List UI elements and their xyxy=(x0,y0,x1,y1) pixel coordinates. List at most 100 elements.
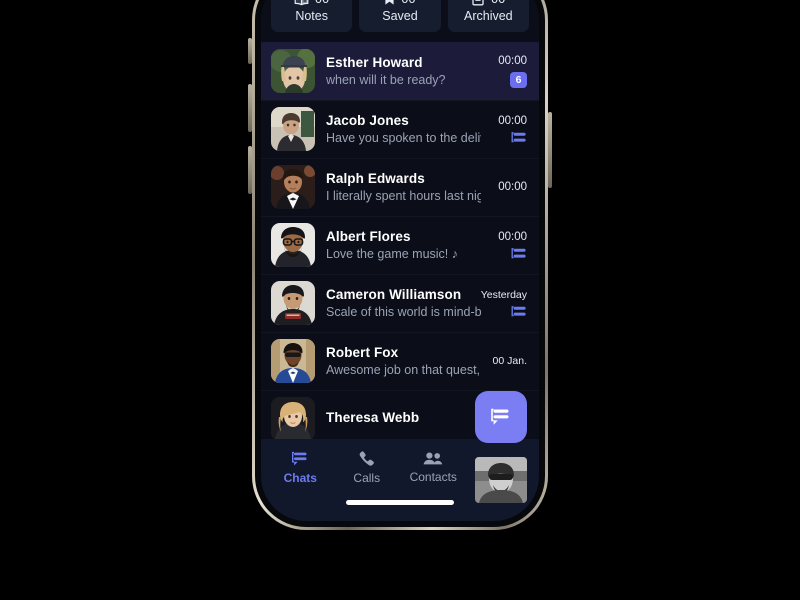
volume-down-button[interactable] xyxy=(248,146,252,194)
chat-timestamp: 00:00 xyxy=(498,54,527,67)
chat-row-line-message: Scale of this world is mind-blowing. xyxy=(326,305,481,319)
chat-row-cameron-williamson[interactable]: Cameron Williamson Scale of this world i… xyxy=(261,274,539,332)
chat-row-content: Jacob Jones Have you spoken to the deliv… xyxy=(315,113,481,145)
avatar xyxy=(271,397,315,439)
chat-row-line-name: Theresa Webb xyxy=(326,410,481,425)
chat-name: Cameron Williamson xyxy=(326,287,462,302)
chat-row-content: Cameron Williamson Scale of this world i… xyxy=(315,287,481,319)
chat-row-content: Albert Flores Love the game music! ♪ xyxy=(315,229,481,261)
chats-icon xyxy=(290,450,310,468)
chat-message-preview: Have you spoken to the delivery man xyxy=(326,131,481,145)
avatar xyxy=(271,165,315,209)
contacts-icon xyxy=(422,451,444,467)
avatar xyxy=(271,281,315,325)
chat-row-line-message: Awesome job on that quest, streamer xyxy=(326,363,481,377)
chat-row-content: Theresa Webb xyxy=(315,410,481,428)
phone-device: 00 Notes 00 Saved xyxy=(248,0,552,530)
chat-row-ralph-edwards[interactable]: Ralph Edwards I literally spent hours la… xyxy=(261,158,539,216)
stat-top-notes: 00 xyxy=(275,0,348,6)
stat-count-saved: 00 xyxy=(401,0,415,6)
chat-row-meta: 00:00 6 xyxy=(481,55,527,88)
chat-row-line-name: Albert Flores xyxy=(326,229,481,244)
stat-label-saved: Saved xyxy=(382,9,418,23)
unread-badge: 6 xyxy=(510,71,527,88)
chat-message-preview: Awesome job on that quest, streamer xyxy=(326,363,481,377)
read-receipt-icon xyxy=(511,305,527,318)
chat-row-robert-fox[interactable]: Robert Fox Awesome job on that quest, st… xyxy=(261,332,539,390)
chat-row-line-name: Robert Fox xyxy=(326,345,481,360)
stat-top-saved: 00 xyxy=(363,0,436,6)
chat-row-content: Ralph Edwards I literally spent hours la… xyxy=(315,171,481,203)
chat-row-line-name: Cameron Williamson xyxy=(326,287,481,302)
stats-row: 00 Notes 00 Saved xyxy=(261,0,539,42)
tab-label-chats: Chats xyxy=(283,470,317,485)
stat-top-archived: 00 xyxy=(452,0,525,6)
stat-label-notes: Notes xyxy=(295,9,328,23)
chat-row-line-message: I literally spent hours last night just … xyxy=(326,189,481,203)
screenshot-stage: 00 Notes 00 Saved xyxy=(0,0,800,600)
avatar xyxy=(271,107,315,151)
new-chat-icon xyxy=(489,406,513,428)
chat-message-preview: when will it be ready? xyxy=(326,73,446,87)
archive-icon xyxy=(471,0,485,6)
silent-switch-button[interactable] xyxy=(248,38,252,64)
bookmark-icon xyxy=(384,0,395,6)
phone-icon xyxy=(358,450,376,468)
chat-row-jacob-jones[interactable]: Jacob Jones Have you spoken to the deliv… xyxy=(261,100,539,158)
tab-calls[interactable]: Calls xyxy=(334,450,401,485)
chat-name: Robert Fox xyxy=(326,345,399,360)
chat-timestamp: 00:00 xyxy=(498,181,527,193)
stat-card-saved[interactable]: 00 Saved xyxy=(359,0,441,32)
chat-timestamp: Yesterday xyxy=(480,288,527,301)
chat-row-line-name: Jacob Jones xyxy=(326,113,481,128)
chat-row-content: Esther Howard when will it be ready? xyxy=(315,55,481,87)
avatar xyxy=(271,339,315,383)
chat-row-albert-flores[interactable]: Albert Flores Love the game music! ♪ 00:… xyxy=(261,216,539,274)
chat-timestamp: 00:00 xyxy=(498,230,527,243)
stat-count-notes: 00 xyxy=(315,0,329,6)
chat-list[interactable]: Esther Howard when will it be ready? 00:… xyxy=(261,42,539,439)
chat-row-meta: Yesterday xyxy=(481,289,527,318)
chat-row-line-message: when will it be ready? xyxy=(326,73,481,87)
phone-screen: 00 Notes 00 Saved xyxy=(261,0,539,521)
chat-row-meta: 00 Jan. xyxy=(481,355,527,367)
chat-name: Theresa Webb xyxy=(326,410,420,425)
stat-count-archived: 00 xyxy=(491,0,505,6)
chat-row-meta: 00:00 xyxy=(481,115,527,144)
chat-row-content: Robert Fox Awesome job on that quest, st… xyxy=(315,345,481,377)
chat-name: Jacob Jones xyxy=(326,113,409,128)
book-icon xyxy=(294,0,309,6)
new-chat-fab-button[interactable] xyxy=(475,391,527,443)
chat-row-line-message: Have you spoken to the delivery man xyxy=(326,131,481,145)
home-indicator[interactable] xyxy=(346,500,454,505)
power-button[interactable] xyxy=(548,112,552,188)
chat-name: Albert Flores xyxy=(326,229,411,244)
chat-row-meta: 00:00 xyxy=(481,181,527,193)
read-receipt-icon xyxy=(511,131,527,144)
chat-timestamp: 00 Jan. xyxy=(492,355,527,367)
profile-thumbnail[interactable] xyxy=(475,457,527,503)
chat-row-line-message: Love the game music! ♪ xyxy=(326,247,481,261)
chat-message-preview: I literally spent hours last night just … xyxy=(326,189,481,203)
chat-name: Ralph Edwards xyxy=(326,171,425,186)
chat-message-preview: Scale of this world is mind-blowing. xyxy=(326,305,481,319)
volume-up-button[interactable] xyxy=(248,84,252,132)
chat-row-esther-howard[interactable]: Esther Howard when will it be ready? 00:… xyxy=(261,42,539,100)
chat-row-line-name: Esther Howard xyxy=(326,55,481,70)
chat-row-meta: 00:00 xyxy=(481,231,527,260)
stat-card-archived[interactable]: 00 Archived xyxy=(447,0,529,32)
tab-label-calls: Calls xyxy=(353,470,381,485)
tab-contacts[interactable]: Contacts xyxy=(400,451,467,484)
stat-card-notes[interactable]: 00 Notes xyxy=(271,0,353,32)
avatar xyxy=(271,49,315,93)
chat-timestamp: 00:00 xyxy=(498,114,527,127)
avatar xyxy=(271,223,315,267)
chat-message-preview: Love the game music! ♪ xyxy=(326,247,459,261)
stat-label-archived: Archived xyxy=(464,9,513,23)
tab-chats[interactable]: Chats xyxy=(267,450,334,485)
read-receipt-icon xyxy=(511,247,527,260)
chat-row-line-name: Ralph Edwards xyxy=(326,171,481,186)
chat-name: Esther Howard xyxy=(326,55,423,70)
tab-label-contacts: Contacts xyxy=(409,469,457,484)
chat-app: 00 Notes 00 Saved xyxy=(261,0,539,521)
